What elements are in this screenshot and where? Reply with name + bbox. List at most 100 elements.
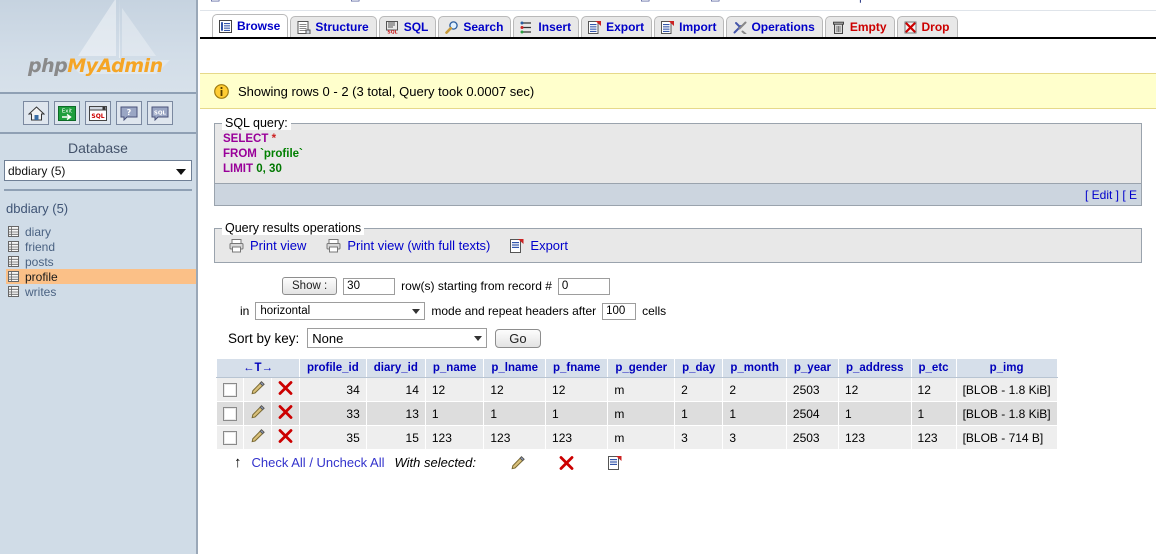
- export-icon[interactable]: [608, 455, 622, 470]
- column-header-diary_id[interactable]: diary_id: [365, 358, 426, 378]
- cell-p_address: 123: [837, 425, 912, 450]
- tab-insert[interactable]: Insert: [513, 16, 580, 37]
- exit-icon[interactable]: Exit: [54, 101, 80, 125]
- sidebar-table-diary[interactable]: diary: [6, 224, 196, 239]
- go-button[interactable]: Go: [495, 328, 541, 348]
- print-view-full-texts-label: Print view (with full texts): [347, 238, 491, 253]
- sidebar-table-label: posts: [25, 254, 54, 269]
- edit-pencil-icon[interactable]: [250, 381, 265, 395]
- sort-key-value: None: [312, 330, 344, 346]
- svg-text:SQL: SQL: [91, 113, 104, 120]
- chevron-down-icon: [474, 336, 483, 341]
- tab-sql[interactable]: SQL SQL: [378, 16, 437, 37]
- row-checkbox[interactable]: [223, 382, 237, 397]
- cell-p_etc: 12: [910, 377, 957, 402]
- info-icon: [214, 83, 229, 99]
- sidebar-table-posts[interactable]: posts: [6, 254, 196, 269]
- column-header-p_year[interactable]: p_year: [785, 358, 839, 378]
- browse-icon: [219, 19, 232, 33]
- start-record-input[interactable]: 0: [557, 277, 610, 295]
- tab-structure[interactable]: Structure: [290, 16, 377, 37]
- repeat-headers-input[interactable]: 100: [602, 302, 637, 320]
- column-header-p_month[interactable]: p_month: [722, 358, 787, 378]
- row-checkbox[interactable]: [223, 430, 237, 445]
- column-header-profile_id[interactable]: profile_id: [299, 358, 367, 378]
- sort-key-select[interactable]: None: [307, 328, 488, 348]
- query-results-operations-panel: Query results operations Print view Prin…: [214, 221, 1142, 263]
- check-all-link[interactable]: Check All: [252, 455, 306, 470]
- column-header-p_name[interactable]: p_name: [424, 358, 485, 378]
- tab-label: Browse: [237, 19, 281, 33]
- with-selected-label: With selected:: [394, 455, 476, 470]
- print-view-full-texts-link[interactable]: Print view (with full texts): [326, 238, 490, 253]
- cell-profile_id: 35: [299, 425, 367, 450]
- tab-label: Import: [679, 20, 717, 34]
- table-icon: [8, 226, 19, 237]
- sql-window-icon[interactable]: SQL: [85, 101, 111, 125]
- status-message-bar: Showing rows 0 - 2 (3 total, Query took …: [200, 73, 1156, 109]
- tab-search[interactable]: Search: [438, 16, 512, 37]
- tab-operations[interactable]: Operations: [726, 16, 823, 37]
- delete-x-icon[interactable]: [278, 429, 293, 443]
- edit-pencil-icon[interactable]: [250, 405, 265, 419]
- column-header-p_gender[interactable]: p_gender: [607, 358, 676, 378]
- cell-p_name: 12: [424, 377, 485, 402]
- table-row: 34 14 12 12 12 m 2 2 2503 12 12 [BLOB - 1.8 KiB]: [216, 377, 1058, 402]
- sidebar-table-writes[interactable]: writes: [6, 284, 196, 299]
- sidebar: phpMyAdmin Exit SQL ? SQL Database dbdia…: [0, 0, 198, 554]
- show-button[interactable]: Show :: [282, 277, 338, 295]
- row-checkbox[interactable]: [223, 406, 237, 421]
- column-header-p_img[interactable]: p_img: [955, 358, 1058, 378]
- sql-help-icon[interactable]: SQL: [147, 101, 173, 125]
- rows-input[interactable]: 30: [343, 277, 396, 295]
- delete-x-icon[interactable]: [278, 381, 293, 395]
- delete-x-icon[interactable]: [559, 455, 574, 470]
- home-icon[interactable]: [23, 101, 49, 125]
- help-icon[interactable]: ?: [116, 101, 142, 125]
- row-checkbox-cell: [216, 401, 244, 426]
- tab-label: Search: [463, 20, 504, 34]
- column-header-p_fname[interactable]: p_fname: [545, 358, 609, 378]
- tab-drop[interactable]: Drop: [896, 16, 958, 37]
- tab-browse[interactable]: Browse: [212, 14, 289, 37]
- bulk-actions-bar: ↑ Check All / Uncheck All With selected:: [216, 450, 1156, 471]
- chevron-down-icon: [412, 309, 421, 314]
- edit-query-link[interactable]: [ Edit ] [ E: [1085, 188, 1137, 202]
- svg-text:SQL: SQL: [387, 29, 397, 33]
- sidebar-table-profile[interactable]: profile: [6, 269, 196, 284]
- sort-direction-header[interactable]: ←T→: [216, 358, 300, 378]
- database-select[interactable]: dbdiary (5): [4, 160, 192, 181]
- cell-diary_id: 14: [365, 377, 426, 402]
- cell-p_year: 2504: [785, 401, 839, 426]
- tab-import[interactable]: Import: [654, 16, 725, 37]
- print-icon: [229, 238, 244, 252]
- edit-pencil-icon[interactable]: [250, 429, 265, 443]
- display-mode-select[interactable]: horizontal: [255, 302, 426, 320]
- row-edit-cell: [243, 401, 272, 426]
- edit-pencil-icon[interactable]: [510, 455, 525, 470]
- print-view-link[interactable]: Print view: [229, 238, 306, 253]
- phpmyadmin-page: phpMyAdmin Exit SQL ? SQL Database dbdia…: [0, 0, 1156, 554]
- tab-empty[interactable]: Empty: [824, 16, 895, 37]
- empty-icon: [832, 21, 844, 34]
- sidebar-table-friend[interactable]: friend: [6, 239, 196, 254]
- delete-x-icon[interactable]: [278, 405, 293, 419]
- logo-php-text: php: [28, 55, 68, 77]
- tab-export[interactable]: Export: [581, 16, 653, 37]
- cell-profile_id: 33: [299, 401, 367, 426]
- column-header-p_day[interactable]: p_day: [674, 358, 724, 378]
- cell-p_month: 2: [722, 377, 787, 402]
- tab-label: Empty: [849, 20, 887, 34]
- column-header-p_lname[interactable]: p_lname: [483, 358, 547, 378]
- column-header-p_etc[interactable]: p_etc: [910, 358, 957, 378]
- sql-icon: SQL: [385, 20, 398, 34]
- sql-keyword-from: FROM: [223, 148, 257, 160]
- uncheck-all-link[interactable]: Uncheck All: [317, 455, 385, 470]
- export-link[interactable]: Export: [510, 238, 568, 253]
- cell-p_day: 1: [674, 401, 724, 426]
- column-header-p_address[interactable]: p_address: [837, 358, 912, 378]
- tab-label: SQL: [403, 20, 429, 34]
- arrow-up-icon[interactable]: ↑: [234, 454, 242, 471]
- sql-query-footer: [ Edit ] [ E: [214, 184, 1142, 206]
- db-title: dbdiary (5): [6, 201, 69, 216]
